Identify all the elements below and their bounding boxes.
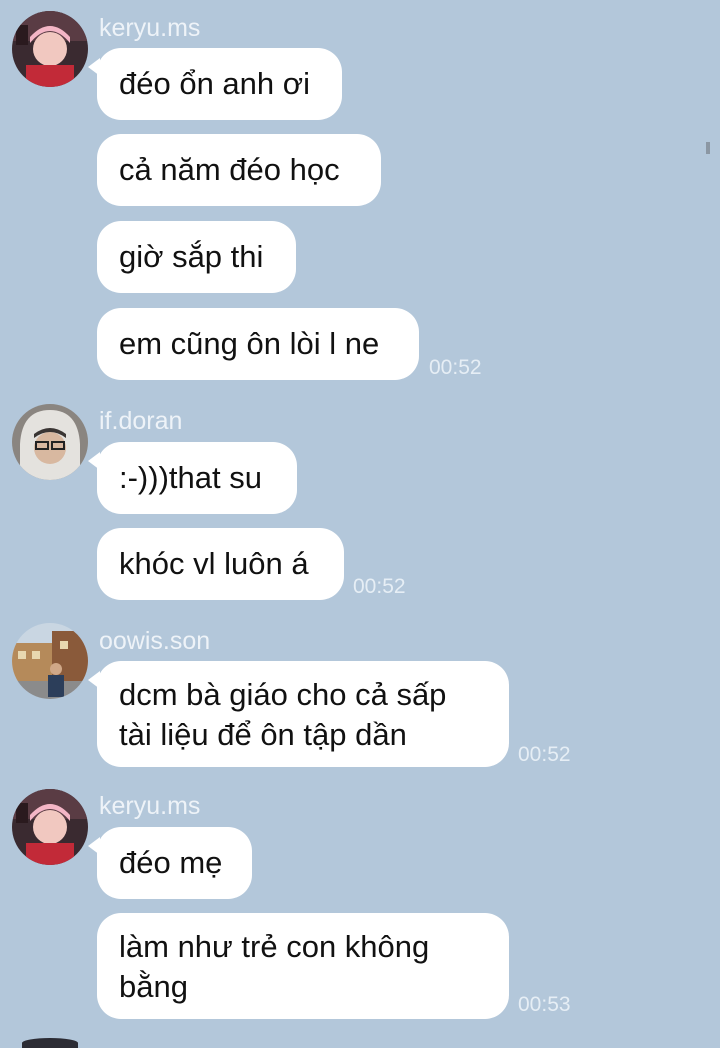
message-bubble[interactable]: em cũng ôn lòi l ne: [97, 308, 419, 380]
sender-name: keryu.ms: [99, 792, 201, 820]
message-timestamp: 00:52: [353, 575, 406, 598]
message-bubble[interactable]: :-)))that su: [88, 442, 297, 514]
message-bubble[interactable]: làm như trẻ con không bằng: [97, 913, 509, 1019]
scrollbar-thumb[interactable]: [706, 142, 710, 154]
avatar-doran[interactable]: [12, 404, 88, 480]
message-bubble[interactable]: cả năm đéo học: [97, 134, 381, 206]
avatar-oowis[interactable]: [12, 623, 88, 699]
avatar-keryu[interactable]: [12, 11, 88, 87]
message-timestamp: 00:52: [429, 356, 482, 379]
message-bubble[interactable]: giờ sắp thi: [97, 221, 296, 293]
sender-name: if.doran: [99, 407, 183, 435]
message-timestamp: 00:53: [518, 993, 571, 1016]
message-bubble[interactable]: đéo ổn anh ơi: [88, 48, 342, 120]
avatar-keryu[interactable]: [12, 789, 88, 865]
message-bubble[interactable]: khóc vl luôn á: [97, 528, 344, 600]
sender-name: oowis.son: [99, 627, 211, 655]
message-timestamp: 00:52: [518, 743, 571, 766]
message-bubble[interactable]: đéo mẹ: [88, 827, 252, 899]
message-bubble[interactable]: dcm bà giáo cho cả sấp tài liệu để ôn tậ…: [88, 661, 509, 767]
avatar-partial: [22, 1038, 78, 1048]
sender-name: keryu.ms: [99, 14, 201, 42]
